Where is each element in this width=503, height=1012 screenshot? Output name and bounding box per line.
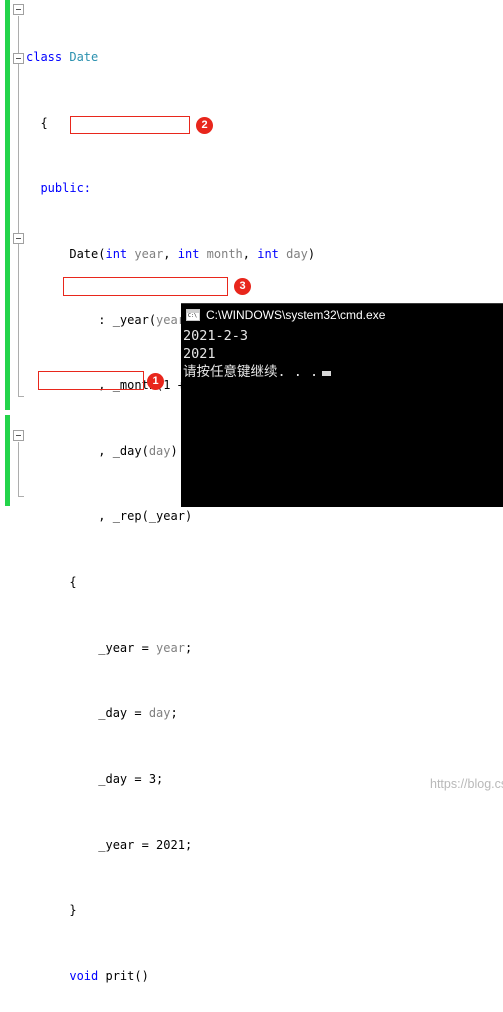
comma-2: ,	[242, 247, 258, 262]
assign-year: _year =	[26, 640, 157, 655]
gutter-foot-class	[18, 396, 24, 397]
cmd-console-window[interactable]: C:\WINDOWS\system32\cmd.exe 2021-2-32021…	[181, 303, 503, 791]
arg-day: day	[148, 443, 171, 458]
collapse-toggle-main[interactable]	[13, 430, 24, 441]
param-day: day	[286, 247, 308, 262]
ctor-name: Date(	[26, 247, 106, 262]
paren-close: )	[307, 247, 316, 262]
semi-2: ;	[170, 706, 178, 721]
console-output: 2021-2-3 2021 请按任意键继续. . .	[181, 325, 503, 381]
value-day: day	[148, 706, 171, 721]
keyword-public: public:	[26, 181, 92, 196]
console-title-bar[interactable]: C:\WINDOWS\system32\cmd.exe	[181, 304, 503, 325]
semi-1: ;	[184, 640, 193, 655]
collapse-toggle-class[interactable]	[13, 4, 24, 15]
value-year: year	[156, 640, 185, 655]
code-line-13[interactable]: _year = 2021;	[26, 837, 503, 853]
highlight-box-2	[70, 116, 190, 134]
code-line-8[interactable]: , _rep(_year)	[26, 508, 503, 524]
console-cursor	[322, 371, 332, 376]
gutter-guide-main	[18, 442, 19, 496]
keyword-int-1: int	[105, 247, 135, 262]
init-day: , _day(	[26, 443, 149, 458]
console-title-text: C:\WINDOWS\system32\cmd.exe	[206, 307, 386, 322]
code-line-4[interactable]: Date(int year, int month, int day)	[26, 246, 503, 262]
keyword-int-2: int	[177, 247, 207, 262]
console-line-2: 2021	[183, 346, 216, 362]
gutter-guide-ctor	[18, 65, 19, 225]
console-line-3: 请按任意键继续. . .	[183, 363, 503, 381]
console-line-3-text: 请按任意键继续. . .	[183, 364, 319, 380]
gutter-guide-prit	[18, 245, 19, 295]
code-line-14[interactable]: }	[26, 902, 503, 918]
init-day-close: )	[170, 443, 178, 458]
change-bar-top	[5, 0, 10, 410]
highlight-box-1	[38, 371, 144, 390]
param-year: year	[134, 247, 164, 262]
console-line-1: 2021-2-3	[183, 328, 249, 344]
method-prit: prit()	[105, 968, 149, 983]
code-line-9[interactable]: {	[26, 574, 503, 590]
keyword-class: class	[26, 50, 70, 65]
highlight-box-3	[63, 277, 228, 296]
comma-1: ,	[163, 247, 178, 262]
cmd-icon	[186, 308, 200, 321]
annotation-badge-3: 3	[234, 278, 251, 295]
init-year: : _year(	[26, 312, 157, 327]
code-line-10[interactable]: _year = year;	[26, 640, 503, 656]
screenshot-root: class Date { public: Date(int year, int …	[0, 0, 503, 983]
change-bar-bottom	[5, 415, 10, 506]
param-month: month	[206, 247, 243, 262]
code-line-1[interactable]: class Date	[26, 49, 503, 65]
assign-day: _day =	[26, 706, 149, 721]
code-line-15[interactable]: void prit()	[26, 968, 503, 984]
collapse-toggle-prit[interactable]	[13, 233, 24, 244]
type-date: Date	[69, 50, 99, 65]
gutter-foot-main	[18, 496, 24, 497]
collapse-toggle-ctor[interactable]	[13, 53, 24, 64]
watermark-url: https://blog.csdn.net/qq_53505979	[430, 777, 503, 791]
annotation-badge-2: 2	[196, 117, 213, 134]
annotation-badge-1: 1	[147, 373, 164, 390]
code-line-11[interactable]: _day = day;	[26, 705, 503, 721]
keyword-void: void	[26, 968, 106, 983]
code-line-3[interactable]: public:	[26, 180, 503, 196]
keyword-int-3: int	[257, 247, 287, 262]
